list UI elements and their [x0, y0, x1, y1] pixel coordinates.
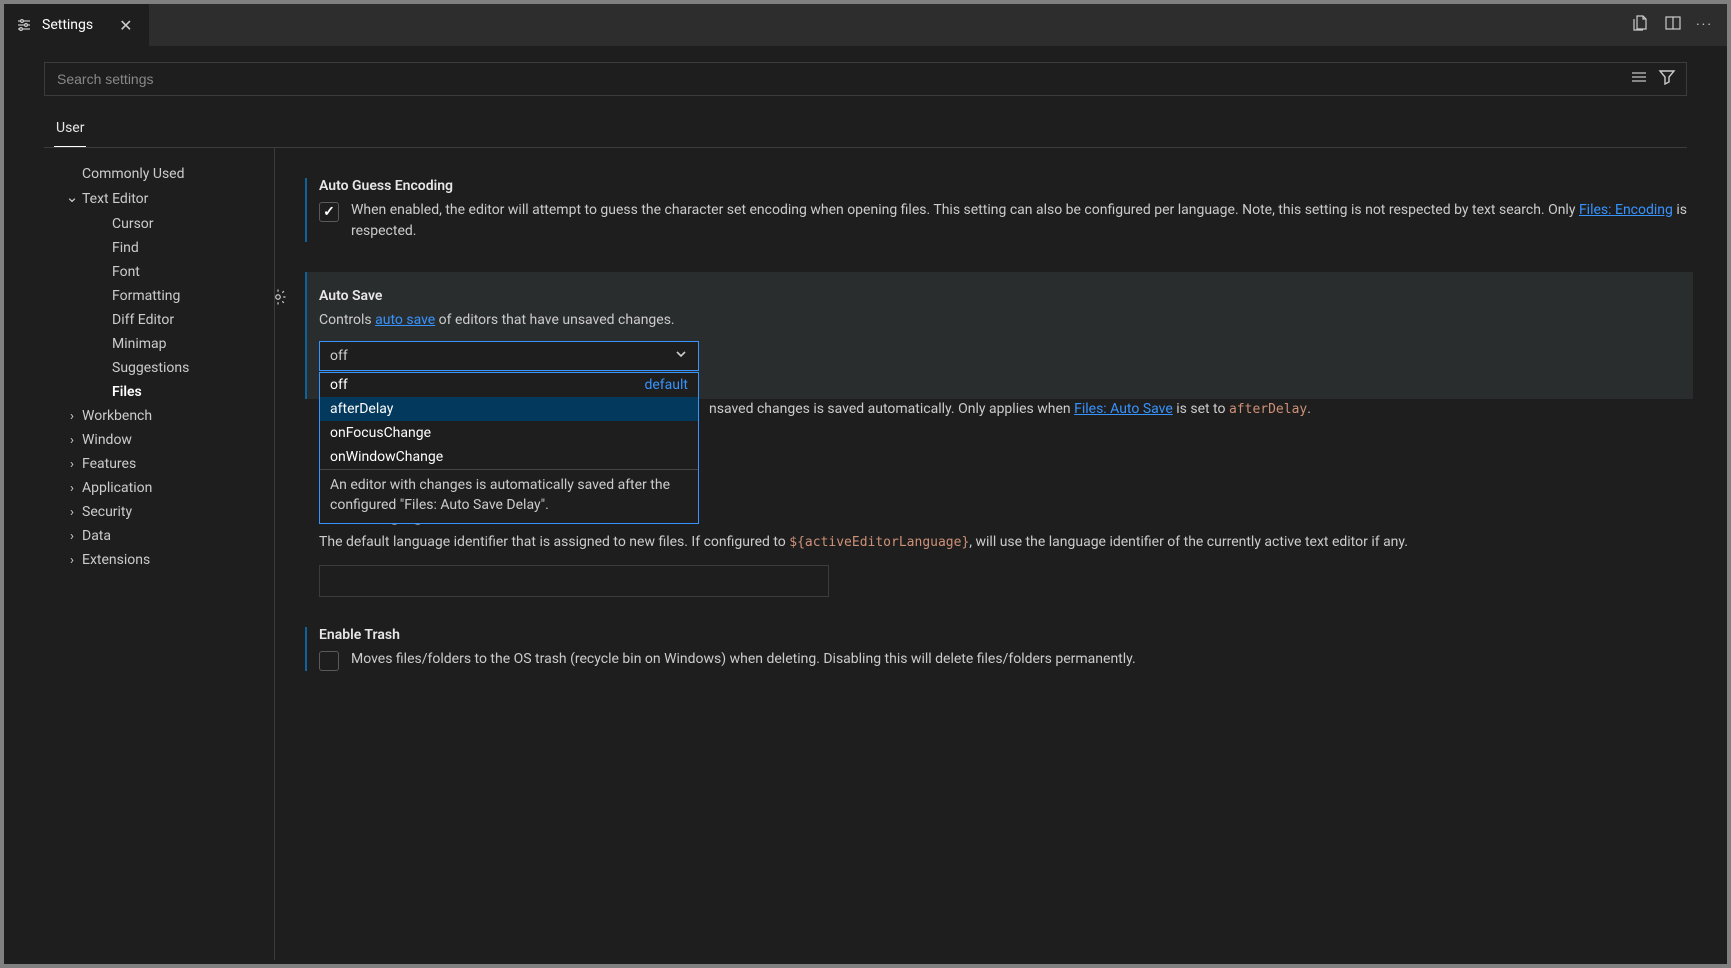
scope-user[interactable]: User	[54, 114, 86, 147]
chevron-icon	[62, 529, 82, 544]
setting-title: Enable Trash	[319, 627, 1693, 643]
link-files-encoding[interactable]: Files: Encoding	[1579, 202, 1673, 218]
toc-label: Extensions	[82, 552, 150, 568]
setting-description: The default language identifier that is …	[319, 532, 1693, 553]
toc-label: Text Editor	[82, 191, 148, 207]
toc-item-diff-editor[interactable]: Diff Editor	[44, 308, 264, 332]
toc-label: Commonly Used	[82, 166, 185, 182]
toc-item-files[interactable]: Files	[44, 380, 264, 404]
toc-label: Data	[82, 528, 111, 544]
toc-item-suggestions[interactable]: Suggestions	[44, 356, 264, 380]
close-icon[interactable]: ✕	[115, 16, 136, 35]
tab-title: Settings	[42, 17, 93, 33]
toc-label: Features	[82, 456, 136, 472]
dropdown-option-onFocusChange[interactable]: onFocusChange	[320, 421, 698, 445]
settings-tab-icon	[16, 17, 32, 33]
toc-item-application[interactable]: Application	[44, 476, 264, 500]
toc-item-cursor[interactable]: Cursor	[44, 212, 264, 236]
filter-icon[interactable]	[1658, 68, 1676, 90]
toc-label: Suggestions	[112, 360, 189, 376]
toc-item-data[interactable]: Data	[44, 524, 264, 548]
select-value: off	[330, 348, 348, 364]
toc-item-window[interactable]: Window	[44, 428, 264, 452]
link-files-auto-save[interactable]: Files: Auto Save	[1074, 401, 1173, 417]
split-editor-icon[interactable]	[1664, 14, 1682, 36]
setting-auto-guess-encoding: Auto Guess Encoding When enabled, the ed…	[305, 178, 1693, 242]
toc-label: Files	[112, 384, 142, 400]
toc-item-text-editor[interactable]: Text Editor	[44, 186, 264, 212]
dropdown-option-afterDelay[interactable]: afterDelay	[320, 397, 698, 421]
setting-title: Auto Guess Encoding	[319, 178, 1693, 194]
setting-description: Moves files/folders to the OS trash (rec…	[351, 649, 1136, 670]
checkbox-auto-guess-encoding[interactable]	[319, 202, 339, 222]
setting-description: Controls auto save of editors that have …	[319, 310, 1679, 331]
toc-item-formatting[interactable]: Formatting	[44, 284, 264, 308]
toc-item-font[interactable]: Font	[44, 260, 264, 284]
toc-label: Workbench	[82, 408, 152, 424]
search-input[interactable]	[45, 63, 1620, 95]
chevron-icon	[62, 190, 82, 208]
link-auto-save[interactable]: auto save	[375, 312, 435, 328]
clear-search-icon[interactable]	[1630, 68, 1648, 90]
chevron-icon	[62, 433, 82, 448]
toc-label: Security	[82, 504, 132, 520]
chevron-icon	[62, 553, 82, 568]
toc-item-security[interactable]: Security	[44, 500, 264, 524]
chevron-icon	[62, 505, 82, 520]
toc-label: Diff Editor	[112, 312, 174, 328]
settings-toc: Commonly Used Text Editor Cursor Find Font Fo…	[44, 148, 264, 960]
tab-bar: Settings ✕ ···	[4, 4, 1727, 46]
toc-label: Minimap	[112, 336, 167, 352]
checkbox-enable-trash[interactable]	[319, 651, 339, 671]
toc-label: Cursor	[112, 216, 154, 232]
toc-item-minimap[interactable]: Minimap	[44, 332, 264, 356]
settings-editor: Auto Guess Encoding When enabled, the ed…	[274, 148, 1727, 960]
chevron-icon	[62, 457, 82, 472]
toc-item-commonly-used[interactable]: Commonly Used	[44, 162, 264, 186]
default-badge: default	[644, 377, 688, 393]
dropdown-auto-save: offdefaultafterDelayonFocusChangeonWindo…	[319, 372, 699, 524]
dropdown-help-text: An editor with changes is automatically …	[320, 470, 698, 523]
toc-item-workbench[interactable]: Workbench	[44, 404, 264, 428]
setting-title: Auto Save	[319, 288, 1679, 304]
editor-actions: ···	[1618, 4, 1727, 46]
setting-enable-trash: Enable Trash Moves files/folders to the …	[305, 627, 1693, 671]
toc-item-find[interactable]: Find	[44, 236, 264, 260]
toc-label: Formatting	[112, 288, 180, 304]
toc-label: Find	[112, 240, 139, 256]
toc-label: Window	[82, 432, 132, 448]
setting-auto-save: Auto Save Controls auto save of editors …	[305, 272, 1693, 399]
tab-settings[interactable]: Settings ✕	[4, 4, 149, 46]
scope-tabs: User	[4, 104, 1727, 147]
toc-label: Font	[112, 264, 140, 280]
chevron-icon	[62, 481, 82, 496]
dropdown-option-onWindowChange[interactable]: onWindowChange	[320, 445, 698, 469]
search-settings[interactable]	[44, 62, 1687, 96]
gear-icon[interactable]	[274, 288, 287, 310]
input-default-language[interactable]	[319, 565, 829, 597]
more-actions-icon[interactable]: ···	[1696, 17, 1713, 33]
toc-label: Application	[82, 480, 152, 496]
setting-description: nsaved changes is saved automatically. O…	[709, 399, 1693, 420]
dropdown-option-off[interactable]: offdefault	[320, 373, 698, 397]
chevron-down-icon	[674, 347, 688, 365]
setting-description: When enabled, the editor will attempt to…	[351, 200, 1693, 242]
toc-item-features[interactable]: Features	[44, 452, 264, 476]
toc-item-extensions[interactable]: Extensions	[44, 548, 264, 572]
select-auto-save[interactable]: off offdefaultafterDelayonFocusChangeonW…	[319, 341, 699, 371]
open-json-icon[interactable]	[1632, 14, 1650, 36]
chevron-icon	[62, 409, 82, 424]
